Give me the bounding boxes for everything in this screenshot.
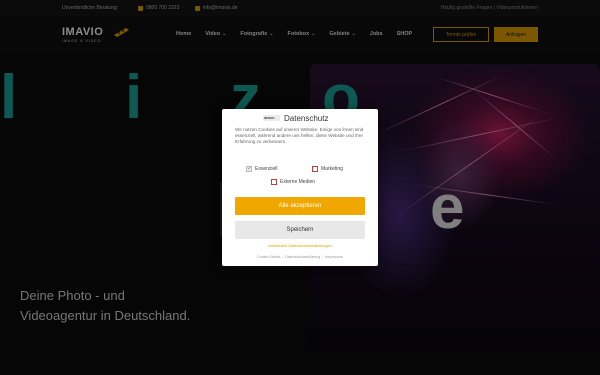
cookie-details-link[interactable]: Cookie-Details <box>257 255 280 259</box>
save-button[interactable]: Speichern <box>235 221 365 239</box>
checkbox-label: Externe Medien <box>280 179 316 185</box>
checkbox-box <box>271 179 277 185</box>
imprint-link[interactable]: Impressum <box>325 255 343 259</box>
dialog-logo: IMAVIO <box>263 115 280 121</box>
individual-settings-link[interactable]: Individuelle Datenschutzeinstellungen <box>222 244 378 248</box>
dialog-logo-text: IMAVIO <box>264 116 275 120</box>
accept-all-button[interactable]: Alle akzeptieren <box>235 197 365 215</box>
checkbox-label: Marketing <box>321 166 343 172</box>
dialog-description: Wir nutzen Cookies auf unserer Website. … <box>235 127 364 144</box>
checkbox-box <box>246 165 252 172</box>
privacy-policy-link[interactable]: Datenschutzerklärung <box>285 255 320 259</box>
cookie-consent-dialog: IMAVIO Datenschutz Wir nutzen Cookies au… <box>222 109 378 266</box>
checkbox-label: Essenziell <box>255 166 278 172</box>
marketing-checkbox[interactable]: Marketing <box>312 166 343 172</box>
essential-checkbox[interactable]: Essenziell <box>246 165 278 172</box>
checkbox-box <box>312 166 318 172</box>
dialog-title: Datenschutz <box>284 114 329 123</box>
external-media-checkbox[interactable]: Externe Medien <box>271 179 315 185</box>
dialog-footer-links: Cookie-Details | Datenschutzerklärung | … <box>257 255 343 259</box>
